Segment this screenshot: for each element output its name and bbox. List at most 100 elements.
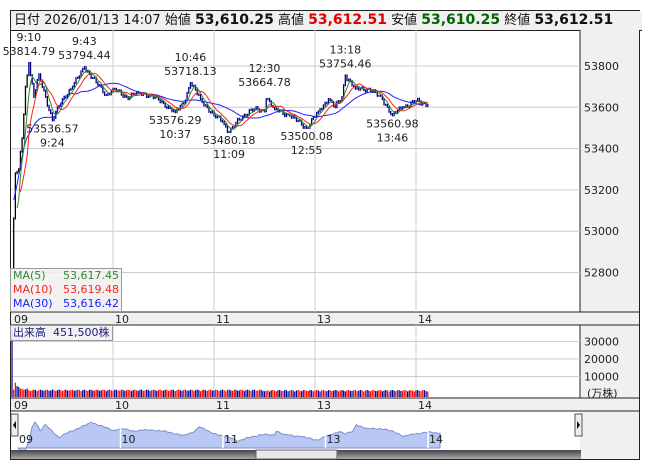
volume-bar: [364, 390, 367, 397]
annotation-price: 53754.46: [319, 57, 372, 70]
volume-bar: [154, 390, 156, 397]
price-chart[interactable]: 53800 53600 53400 53200 53000 52800 09 09 10 10 11…: [0, 0, 653, 470]
volume-bar: [334, 390, 336, 397]
volume-bar: [70, 389, 72, 397]
volume-bar: [319, 391, 321, 397]
volume-bar: [55, 391, 57, 397]
volume-bar: [95, 389, 97, 397]
volume-bar: [162, 390, 165, 397]
volume-bar: [245, 390, 247, 397]
volume-x-tick-label: 10: [115, 399, 129, 412]
volume-bar: [236, 390, 239, 397]
volume-bar: [184, 389, 186, 397]
annotation-price: 53814.79: [3, 45, 56, 58]
volume-bar: [173, 389, 175, 397]
annotation-price: 53718.13: [164, 65, 217, 78]
volume-bar: [119, 390, 121, 397]
volume-bar: [279, 390, 281, 397]
annotation-time: 10:37: [159, 128, 191, 141]
volume-bar: [275, 391, 277, 397]
volume-bar: [263, 391, 266, 397]
y-tick-label: 53400: [584, 143, 619, 156]
volume-bar: [343, 390, 345, 397]
volume-bar: [267, 390, 269, 397]
volume-bar: [268, 391, 271, 397]
volume-bar: [408, 390, 410, 397]
volume-bar: [204, 390, 207, 397]
annotation-price: 53576.29: [149, 114, 202, 127]
annotation-time: 11:09: [213, 148, 245, 161]
volume-bar: [50, 390, 52, 397]
annotation-price: 53536.57: [26, 122, 79, 135]
volume-bar: [21, 388, 23, 397]
volume-bar: [66, 390, 69, 397]
volume-bar: [321, 390, 323, 397]
volume-bar: [33, 389, 35, 397]
volume-bar: [386, 390, 388, 397]
ma5-value: 53,617.45: [63, 269, 119, 282]
volume-bar: [135, 390, 138, 397]
scrollbar-thumb[interactable]: [255, 449, 338, 460]
volume-bar: [390, 390, 392, 397]
volume-bar: [294, 391, 296, 397]
volume-bar: [186, 390, 188, 397]
y-tick-label: 52800: [584, 267, 619, 280]
y-tick-label: 53600: [584, 101, 619, 114]
annotation-time: 9:24: [40, 136, 65, 149]
volume-bar: [427, 391, 429, 397]
volume-bar: [290, 389, 293, 397]
volume-bar: [107, 390, 109, 397]
volume-bar: [80, 391, 82, 397]
volume-bar: [225, 391, 227, 397]
volume-bar: [93, 390, 96, 397]
volume-bar: [255, 390, 257, 397]
ma-legend: MA(5) 53,617.45 MA(10) 53,619.48 MA(30) 53,…: [10, 268, 122, 312]
volume-bar: [194, 390, 197, 397]
volume-bar: [398, 390, 400, 397]
volume-bar: [332, 390, 335, 397]
volume-bar: [307, 390, 309, 397]
volume-bar: [60, 390, 62, 397]
annotation-time: 13:46: [377, 131, 409, 144]
volume-bar: [418, 390, 420, 397]
volume-bar: [270, 390, 272, 397]
volume-bar: [353, 390, 355, 397]
volume-bar: [405, 390, 407, 397]
annotation-time: 9:43: [72, 35, 97, 48]
volume-bar: [124, 390, 126, 397]
volume-bar: [110, 390, 112, 397]
volume-bar: [19, 388, 22, 397]
volume-bar: [316, 389, 318, 397]
volume-bar: [142, 390, 144, 397]
navigator-tick-label: 09: [19, 433, 33, 446]
volume-bar: [114, 389, 116, 397]
volume-label: 出来高: [13, 326, 46, 339]
volume-bar: [183, 389, 185, 397]
volume-bar: [174, 391, 176, 397]
volume-bar: [272, 389, 274, 397]
volume-bar: [231, 390, 234, 397]
volume-bar: [166, 389, 168, 397]
volume-bar: [302, 390, 304, 397]
volume-bar: [90, 389, 92, 397]
volume-bar: [51, 389, 53, 397]
volume-bar: [336, 390, 338, 397]
navigator-left-button[interactable]: [10, 413, 19, 437]
volume-bar: [375, 390, 377, 397]
volume-bar: [210, 389, 212, 397]
volume-bar: [45, 389, 47, 397]
volume-bar: [220, 390, 222, 397]
volume-bar: [415, 390, 417, 397]
navigator-right-button[interactable]: [574, 413, 583, 437]
volume-bar: [211, 390, 213, 397]
volume-bar: [63, 389, 65, 397]
volume-bar: [413, 391, 415, 397]
volume-bar: [388, 391, 390, 397]
volume-bar: [100, 390, 102, 397]
volume-bar: [391, 389, 394, 397]
volume-bar: [356, 391, 358, 397]
volume-bar: [152, 389, 154, 397]
volume-bar: [206, 390, 208, 397]
volume-bar: [137, 390, 139, 397]
volume-bar: [72, 389, 74, 397]
